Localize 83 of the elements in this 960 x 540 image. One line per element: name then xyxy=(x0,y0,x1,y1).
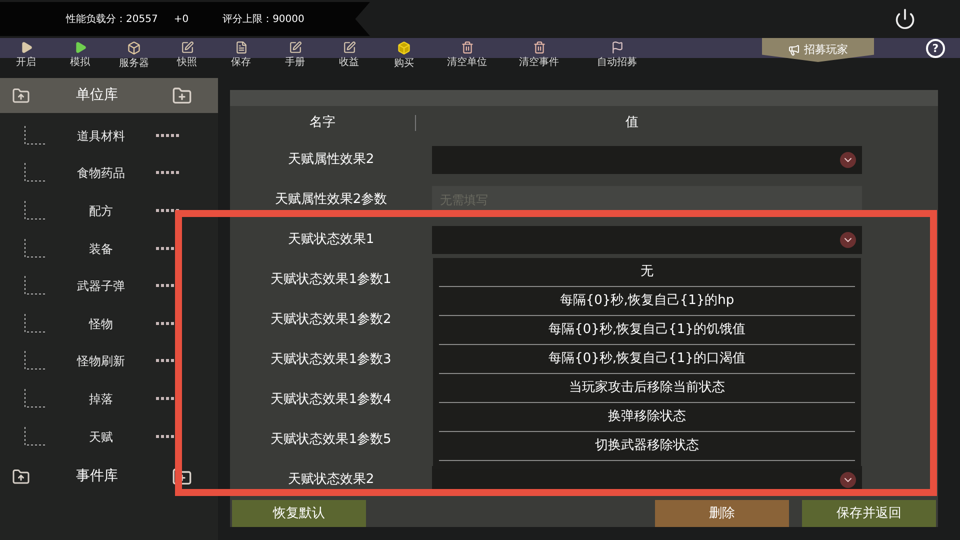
column-header: 值 xyxy=(624,114,640,132)
dropdown-option[interactable]: 换弹移除状态 xyxy=(439,403,855,432)
tree-connector-icon xyxy=(24,314,46,334)
dropdown-option[interactable]: 每隔{0}秒,恢复自己{1}的饥饿值 xyxy=(439,316,855,345)
field-label: 天赋状态效果1参数1 xyxy=(270,271,392,290)
cube-icon xyxy=(397,41,411,55)
tree-connector-icon xyxy=(24,126,46,146)
toolbar-button[interactable]: 购买 xyxy=(376,38,432,78)
field-label: 天赋状态效果1 xyxy=(286,231,376,250)
edit-icon xyxy=(342,41,356,54)
add-folder-icon[interactable] xyxy=(172,466,192,487)
toolbar-button[interactable]: 快照 xyxy=(160,38,214,78)
document-icon xyxy=(234,41,248,54)
dropdown-option[interactable]: 每隔{0}秒,恢复自己{1}的口渴值 xyxy=(439,345,855,374)
edit-icon xyxy=(180,41,194,54)
toolbar-button[interactable]: 模拟 xyxy=(52,38,108,78)
power-icon[interactable] xyxy=(894,8,916,30)
edit-icon xyxy=(288,41,302,54)
library-header[interactable]: 单位库 xyxy=(0,78,218,113)
tree-connector-icon xyxy=(24,276,46,296)
folder-upload-icon[interactable] xyxy=(12,86,30,104)
tree-connector-icon xyxy=(24,200,46,221)
folder-upload-icon[interactable] xyxy=(12,468,30,486)
dropdown-option[interactable]: 切换武器移除状态 xyxy=(439,432,855,461)
select-field[interactable] xyxy=(432,226,862,254)
sidebar-item[interactable]: 天赋 xyxy=(46,428,156,446)
sidebar-item[interactable]: 武器子弹 xyxy=(46,277,156,296)
field-label: 天赋状态效果1参数3 xyxy=(270,351,392,370)
flag-icon xyxy=(610,41,624,54)
library-title: 单位库 xyxy=(76,86,119,105)
sidebar-item[interactable]: 食物药品 xyxy=(46,164,156,182)
dropdown-option[interactable]: 每隔{0}秒,恢复自己{1}的hp xyxy=(439,287,855,316)
trash-icon xyxy=(532,41,546,54)
field-label: 天赋状态效果1参数2 xyxy=(270,311,392,330)
sidebar-item[interactable]: 掉落 xyxy=(46,390,156,408)
tree-connector-icon xyxy=(24,388,46,409)
toolbar-button[interactable]: 清空单位 xyxy=(432,38,502,78)
field-label: 天赋状态效果1参数4 xyxy=(270,391,392,410)
action-button[interactable]: 恢复默认 xyxy=(232,500,366,527)
play-icon xyxy=(20,41,32,54)
help-button[interactable]: ? xyxy=(926,39,945,58)
drag-handle-icon[interactable] xyxy=(156,208,180,213)
field-label: 天赋属性效果2参数 xyxy=(274,191,388,210)
toolbar-button[interactable]: 自动招募 xyxy=(576,38,658,78)
column-header: 名字 xyxy=(308,114,336,132)
toolbar-button[interactable]: 保存 xyxy=(214,38,268,78)
toolbar-button[interactable]: 服务器 xyxy=(108,38,160,78)
limit-value: 90000 xyxy=(272,12,304,26)
recruit-button[interactable]: 招募玩家 xyxy=(762,38,874,62)
drag-handle-icon[interactable] xyxy=(156,171,180,176)
action-button[interactable]: 保存并返回 xyxy=(802,500,936,527)
field-label: 天赋属性效果2 xyxy=(286,151,376,170)
dropdown-option[interactable]: 当玩家攻击后移除当前状态 xyxy=(439,374,855,403)
drag-handle-icon[interactable] xyxy=(156,134,180,138)
sidebar-item[interactable]: 怪物 xyxy=(46,314,156,333)
library-header[interactable]: 事件库 xyxy=(0,459,218,494)
megaphone-icon xyxy=(788,44,800,56)
toolbar-button[interactable]: 清空事件 xyxy=(502,38,576,78)
sidebar-item[interactable]: 怪物刷新 xyxy=(46,352,156,370)
cube-icon xyxy=(127,41,141,55)
load-label: 性能负载分： xyxy=(66,12,126,26)
field-label: 天赋状态效果2 xyxy=(286,471,376,490)
play-icon xyxy=(74,41,86,54)
sidebar-item[interactable]: 道具材料 xyxy=(46,126,156,145)
library-title: 事件库 xyxy=(76,467,119,486)
tree-connector-icon xyxy=(24,238,46,259)
load-value: 20557 xyxy=(126,12,158,26)
sidebar-item[interactable]: 装备 xyxy=(46,240,156,258)
toolbar-button[interactable]: 收益 xyxy=(322,38,376,78)
sidebar-item[interactable]: 配方 xyxy=(46,202,156,220)
field-label: 天赋状态效果1参数5 xyxy=(270,431,392,450)
dropdown-option[interactable]: 无 xyxy=(439,258,855,287)
toolbar-button[interactable]: 手册 xyxy=(268,38,322,78)
tree-connector-icon xyxy=(24,426,46,447)
add-folder-icon[interactable] xyxy=(172,86,192,106)
trash-icon xyxy=(460,41,474,54)
load-delta: +0 xyxy=(174,12,189,26)
toolbar-button[interactable]: 开启 xyxy=(0,38,52,78)
limit-label: 评分上限： xyxy=(222,12,273,26)
tree-connector-icon xyxy=(24,163,46,184)
tree-connector-icon xyxy=(24,351,46,372)
select-field[interactable] xyxy=(432,146,862,174)
action-button[interactable]: 删除 xyxy=(655,500,789,527)
